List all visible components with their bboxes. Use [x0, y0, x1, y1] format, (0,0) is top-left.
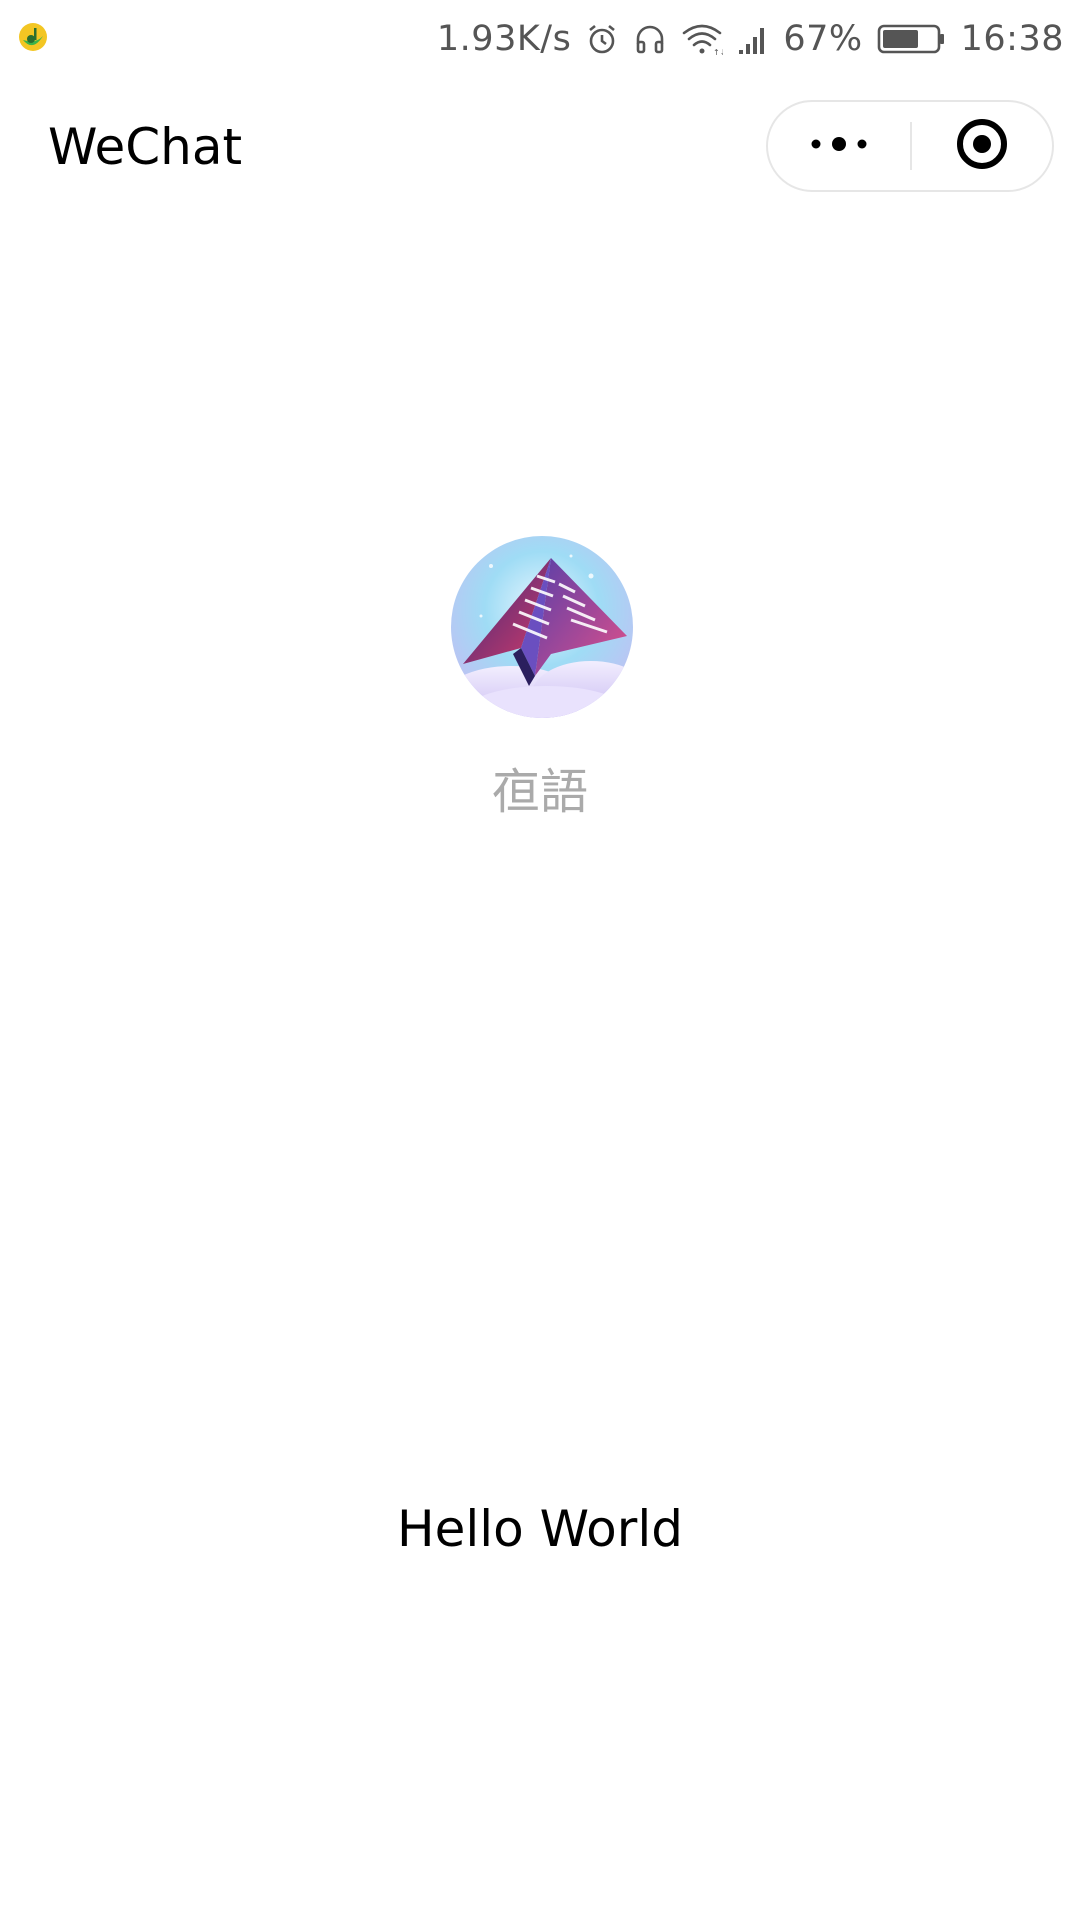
status-indicators: 1.93K/s ↑↓ — [437, 14, 1064, 64]
battery-percent: 67% — [783, 19, 863, 59]
svg-text:↑↓: ↑↓ — [713, 48, 723, 56]
target-circle-icon — [955, 117, 1009, 175]
page-title: WeChat — [48, 118, 243, 176]
user-nickname: 亱語 — [491, 764, 588, 820]
more-dots-icon — [809, 134, 869, 158]
signal-icon — [737, 22, 769, 56]
navigation-bar: WeChat — [0, 76, 1080, 220]
alarm-icon — [585, 22, 619, 56]
network-speed: 1.93K/s — [436, 19, 572, 59]
status-bar: 1.93K/s ↑↓ — [0, 0, 1080, 76]
more-button[interactable] — [768, 102, 910, 190]
headphones-icon — [633, 22, 667, 56]
clock-time: 16:38 — [960, 19, 1064, 59]
battery-icon — [877, 22, 947, 56]
wifi-icon: ↑↓ — [681, 22, 723, 56]
menu-capsule — [766, 100, 1054, 192]
motto-text: Hello World — [397, 1500, 683, 1558]
close-miniprogram-button[interactable] — [912, 102, 1052, 190]
avatar[interactable] — [451, 536, 633, 718]
music-app-icon — [18, 22, 48, 52]
